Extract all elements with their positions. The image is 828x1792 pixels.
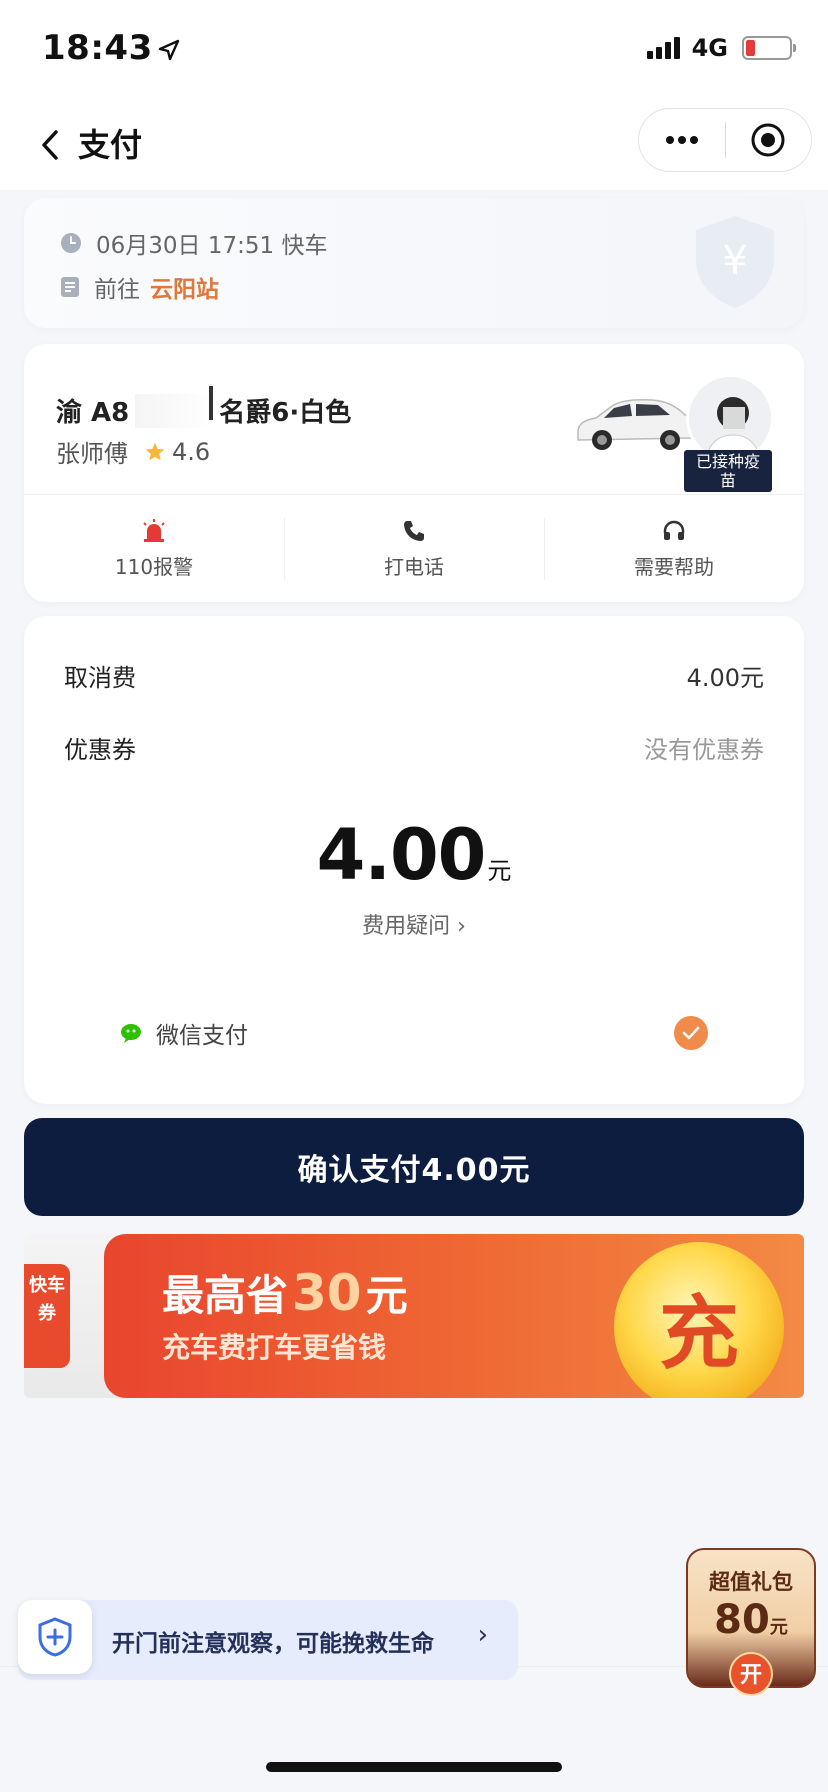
banner-subtitle: 充车费打车更省钱 — [162, 1331, 387, 1364]
close-miniprogram-button[interactable] — [726, 109, 812, 171]
cancel-fee-value: 4.00元 — [686, 664, 764, 692]
safety-tip-bar[interactable]: 开门前注意观察，可能挽救生命 › — [18, 1600, 518, 1680]
recharge-promo-banner[interactable]: 快车券 最高省 30 元 充车费打车更省钱 充 — [24, 1234, 804, 1398]
nav-bar: 支付 — [0, 100, 828, 190]
home-indicator[interactable] — [266, 1762, 562, 1772]
alarm-icon — [143, 518, 165, 542]
status-time: 18:43 — [42, 28, 181, 68]
wechat-icon — [121, 1024, 141, 1043]
cancel-fee-row: 取消费 4.00元 — [64, 658, 764, 693]
chevron-right-icon: › — [477, 1620, 488, 1650]
phone-icon — [404, 520, 424, 541]
back-button[interactable] — [30, 120, 70, 170]
alarm-110-button[interactable]: 110报警 — [24, 504, 284, 594]
status-bar: 18:43 4G — [0, 0, 828, 100]
confirm-payment-button[interactable]: 确认支付4.00元 — [24, 1118, 804, 1216]
target-close-icon — [751, 123, 785, 157]
fee-question-link[interactable]: 费用疑问 › — [24, 908, 804, 940]
rating-value: 4.6 — [172, 437, 211, 466]
call-driver-button[interactable]: 打电话 — [284, 504, 544, 594]
ticket-label: 快车券 — [24, 1264, 70, 1368]
total-amount-unit: 元 — [487, 857, 512, 885]
status-time-text: 18:43 — [42, 28, 153, 68]
driver-card: 渝 A8 名爵6·白色 张师傅 4.6 已接种疫 苗 110报警 打电话 需要帮… — [24, 344, 804, 602]
banner-title: 最高省 30 元 — [162, 1264, 408, 1322]
wechat-pay-option[interactable]: 微信支付 — [120, 1016, 708, 1050]
driver-rating: 4.6 — [144, 438, 210, 466]
mini-program-capsule — [638, 108, 812, 172]
chevron-left-icon — [42, 130, 58, 160]
yuan-shield-icon: ¥ — [690, 212, 780, 316]
page-title: 支付 — [78, 126, 143, 164]
payment-card: 取消费 4.00元 优惠券 没有优惠券 4.00元 费用疑问 › 微信支付 — [24, 616, 804, 1104]
coupon-label: 优惠券 — [64, 736, 136, 764]
total-amount-value: 4.00 — [316, 814, 487, 896]
payment-selected-check[interactable] — [674, 1016, 708, 1050]
trip-destination-row: 前往 云阳站 — [60, 270, 219, 304]
destination-name[interactable]: 云阳站 — [150, 270, 219, 304]
driver-avatar[interactable] — [686, 374, 774, 462]
more-button[interactable] — [639, 109, 725, 171]
driver-actions: 110报警 打电话 需要帮助 — [24, 504, 804, 594]
gift-open-button[interactable]: 开 — [729, 1652, 773, 1696]
trip-time-row: 06月30日 17:51 快车 — [60, 226, 327, 260]
gift-amount: 80元 — [714, 1597, 788, 1643]
svg-text:¥: ¥ — [722, 238, 747, 284]
gift-pack-button[interactable]: 超值礼包 80元 开 — [686, 1548, 816, 1696]
location-arrow-icon — [158, 39, 179, 61]
coupon-row[interactable]: 优惠券 没有优惠券 — [64, 730, 764, 765]
destination-prefix: 前往 — [94, 277, 140, 303]
star-icon — [145, 442, 165, 460]
plate-redacted — [135, 385, 214, 428]
vaccinated-badge: 已接种疫 苗 — [684, 450, 772, 492]
car-model: 名爵6·白色 — [219, 398, 352, 428]
driver-name: 张师傅 — [56, 440, 128, 468]
network-type: 4G — [691, 34, 728, 62]
payment-method-label: 微信支付 — [156, 1023, 248, 1049]
headset-icon — [663, 520, 685, 540]
signal-icon — [646, 37, 680, 59]
gift-title: 超值礼包 — [709, 1570, 793, 1594]
plate-number: 渝 A8 — [56, 398, 130, 428]
total-amount: 4.00元 — [24, 814, 804, 896]
trip-info-card: 06月30日 17:51 快车 前往 云阳站 ¥ — [24, 198, 804, 328]
cancel-fee-label: 取消费 — [64, 664, 136, 692]
clock-icon — [60, 232, 82, 254]
coupon-value: 没有优惠券 — [644, 736, 764, 764]
trip-datetime: 06月30日 17:51 快车 — [96, 233, 328, 259]
status-indicators: 4G — [646, 34, 796, 62]
help-button[interactable]: 需要帮助 — [544, 504, 804, 594]
recharge-coin-icon: 充 — [614, 1242, 784, 1398]
document-icon — [60, 276, 80, 298]
vehicle-plate: 渝 A8 名爵6·白色 — [56, 385, 352, 429]
car-image — [574, 386, 694, 460]
check-icon — [682, 1026, 700, 1040]
driver-info: 张师傅 4.6 — [56, 434, 210, 469]
shield-plus-icon — [18, 1600, 92, 1674]
safety-tip-text: 开门前注意观察，可能挽救生命 — [112, 1631, 434, 1657]
battery-icon — [742, 36, 796, 60]
